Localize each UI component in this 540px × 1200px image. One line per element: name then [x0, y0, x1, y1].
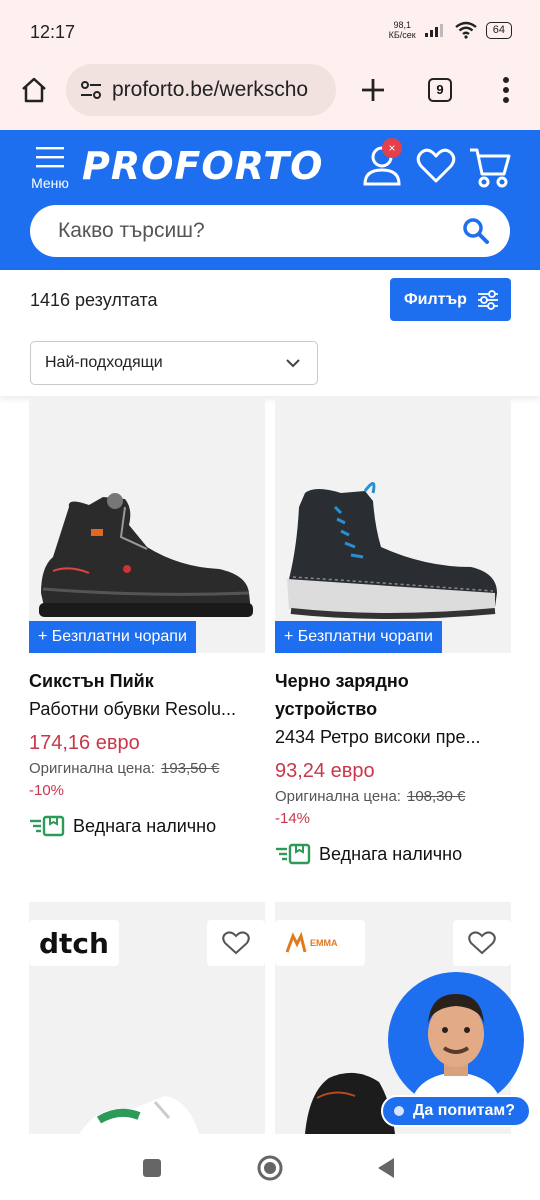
heart-icon	[222, 931, 250, 955]
battery-indicator: 64	[485, 21, 512, 39]
stock-status: Веднага налично	[275, 843, 511, 865]
search-bar[interactable]	[30, 205, 510, 257]
cart-icon[interactable]	[468, 146, 512, 188]
site-header: Меню PROFORTO ×	[0, 130, 540, 270]
home-icon[interactable]	[20, 76, 48, 104]
shoe-image	[287, 482, 497, 619]
brand-logo: dtch	[29, 920, 119, 966]
sort-value: Най-подходящи	[45, 354, 163, 371]
wishlist-button[interactable]	[453, 920, 511, 966]
product-card[interactable]: dtch	[29, 902, 265, 1134]
system-nav-bar	[0, 1134, 540, 1200]
product-price: 174,16 евро	[29, 732, 140, 754]
stock-label: Веднага налично	[319, 843, 463, 864]
promo-badge: + Безплатни чорапи	[29, 621, 196, 653]
stock-status: Веднага налично	[29, 815, 265, 837]
results-count: 1416 резултата	[30, 290, 158, 310]
account-badge: ×	[382, 138, 402, 158]
product-card[interactable]: + Безплатни чорапи Черно зарядно устройс…	[275, 397, 511, 865]
filter-label: Филтър	[404, 290, 467, 308]
tab-switcher-button[interactable]: 9	[428, 78, 452, 102]
signal-icon	[424, 24, 443, 37]
shoe-image	[79, 1096, 199, 1134]
status-time: 12:17	[30, 22, 76, 42]
original-price: 108,30 €	[406, 788, 466, 805]
site-logo[interactable]: PROFORTO	[82, 144, 323, 188]
product-title[interactable]: Черно зарядно устройство	[275, 667, 511, 723]
wishlist-button[interactable]	[207, 920, 265, 966]
shoe-image	[39, 493, 253, 617]
product-subtitle[interactable]: 2434 Ретро високи пре...	[275, 723, 511, 751]
product-image[interactable]: + Безплатни чорапи	[275, 397, 511, 653]
product-title[interactable]: Сикстън Пийк	[29, 667, 265, 695]
chevron-down-icon	[286, 359, 300, 368]
menu-button[interactable]: Меню	[28, 146, 72, 191]
site-settings-icon[interactable]	[80, 80, 102, 100]
menu-label: Меню	[31, 175, 69, 191]
product-price: 93,24 евро	[275, 760, 375, 782]
original-price-line: Оригинална цена: 193,50 €	[29, 760, 220, 777]
wifi-icon	[455, 21, 477, 39]
emma-logo-icon	[285, 932, 307, 953]
hamburger-icon	[36, 147, 64, 168]
original-price: 193,50 €	[160, 760, 220, 777]
recent-apps-icon[interactable]	[142, 1158, 162, 1178]
more-options-icon[interactable]	[500, 76, 512, 104]
browser-toolbar: proforto.be/werkscho 9	[0, 64, 540, 130]
product-subtitle[interactable]: Работни обувки Resolu...	[29, 695, 265, 723]
discount-label: -14%	[275, 810, 311, 827]
online-dot-icon	[394, 1106, 404, 1116]
chat-assistant-avatar[interactable]	[388, 972, 524, 1108]
delivery-box-icon	[276, 843, 311, 865]
brand-logo: EMMA	[275, 920, 365, 966]
address-bar[interactable]: proforto.be/werkscho	[66, 64, 336, 116]
back-icon[interactable]	[376, 1156, 396, 1180]
filter-button[interactable]: Филтър	[390, 278, 511, 321]
heart-icon[interactable]	[416, 148, 456, 184]
network-speed: 98,1 КБ/сек	[388, 20, 416, 40]
agent-avatar	[410, 994, 502, 1108]
product-card[interactable]: + Безплатни чорапи Сикстън Пийк Работни …	[29, 397, 265, 837]
stock-label: Веднага налично	[73, 815, 217, 836]
discount-label: -10%	[29, 782, 65, 799]
home-button-icon[interactable]	[256, 1154, 284, 1182]
status-bar: 12:17 98,1 КБ/сек 64	[0, 0, 540, 64]
search-icon[interactable]	[462, 217, 490, 245]
chat-button[interactable]: Да попитам?	[381, 1095, 531, 1127]
heart-icon	[468, 931, 496, 955]
chat-label: Да попитам?	[413, 1102, 516, 1119]
sliders-icon	[477, 289, 498, 310]
status-icons: 98,1 КБ/сек 64	[389, 20, 512, 40]
sort-select[interactable]: Най-подходящи	[30, 341, 318, 385]
product-image[interactable]: + Безплатни чорапи	[29, 397, 265, 653]
search-input[interactable]	[58, 205, 438, 257]
promo-badge: + Безплатни чорапи	[275, 621, 442, 653]
delivery-box-icon	[30, 815, 65, 837]
new-tab-icon[interactable]	[360, 77, 386, 103]
url-text: proforto.be/werkscho	[112, 78, 309, 101]
results-toolbar: 1416 резултата Филтър Най-подходящи	[0, 270, 540, 396]
original-price-line: Оригинална цена: 108,30 €	[275, 788, 466, 805]
